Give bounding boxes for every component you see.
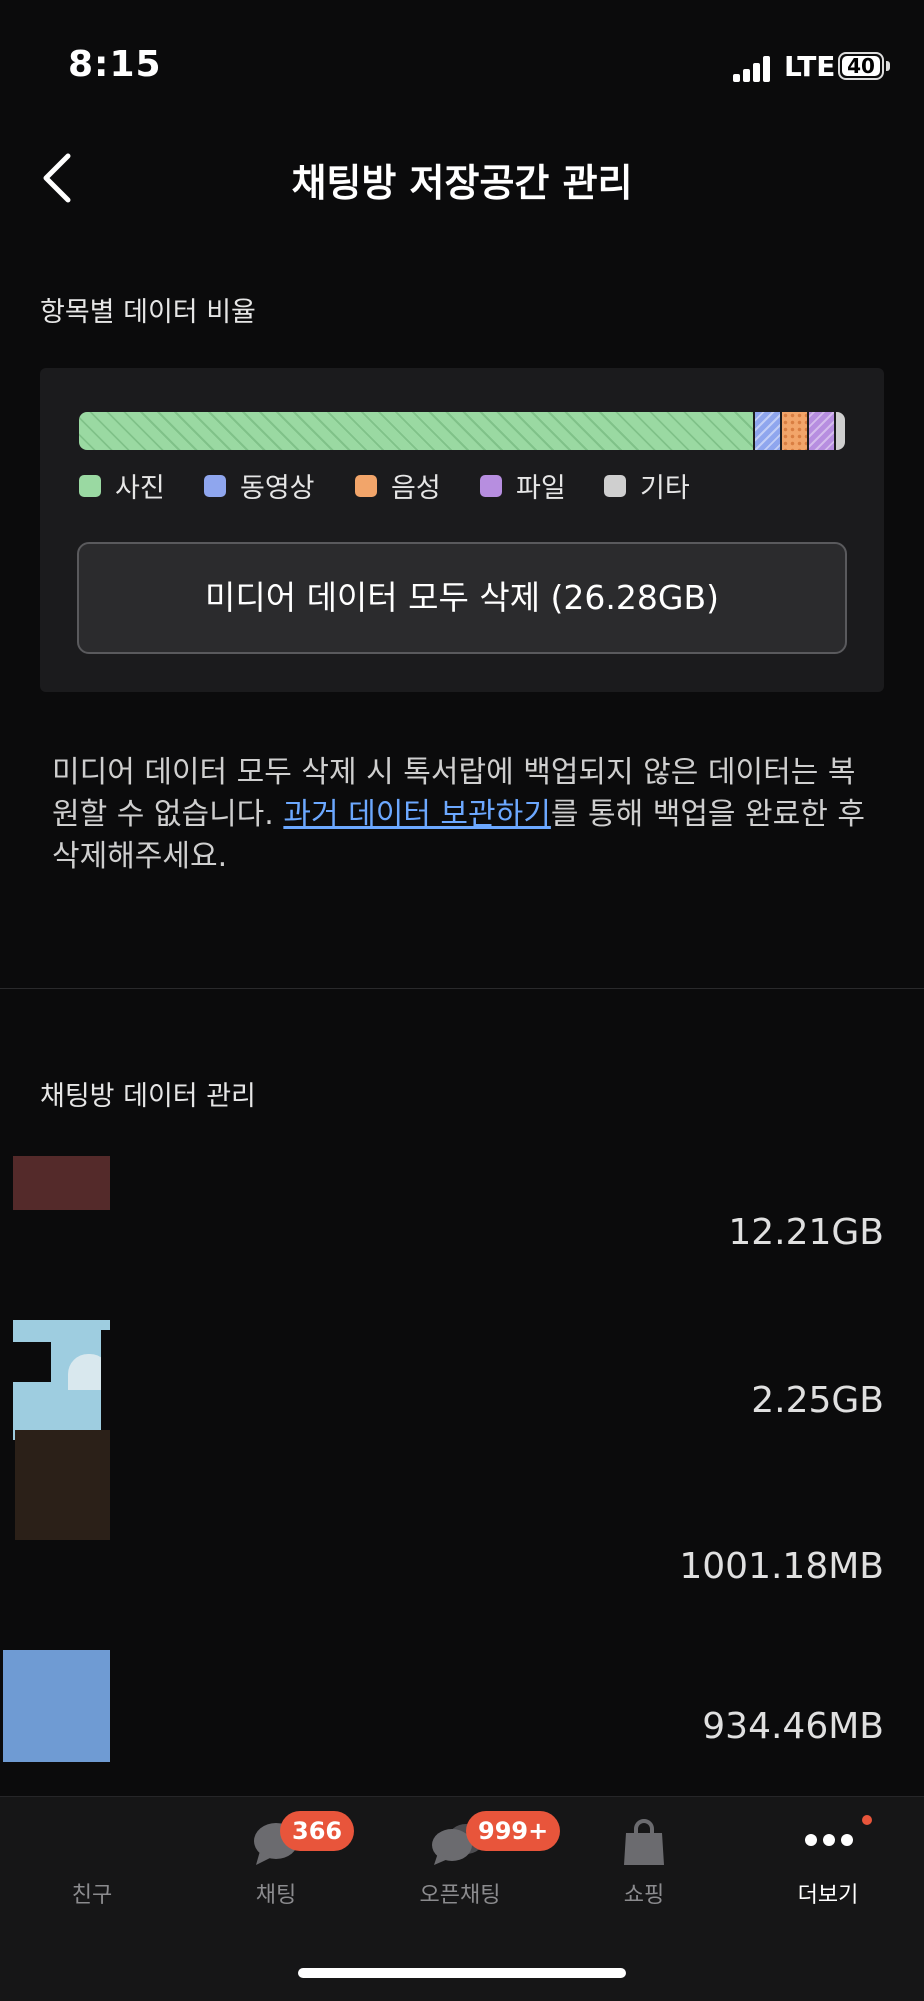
etc-swatch [604,474,626,497]
legend-label: 파일 [516,473,566,504]
status-time: 8:15 [68,44,162,85]
shopping-bag-icon [624,1819,664,1865]
video-segment [753,412,780,450]
delete-notice: 미디어 데이터 모두 삭제 시 톡서랍에 백업되지 않은 데이터는 복원할 수 … [52,752,872,878]
chatroom-thumbnail [3,1650,110,1762]
more-dots-icon [805,1834,853,1846]
tab-label: 오픈채팅 [419,1883,501,1908]
page-title: 채팅방 저장공간 관리 [291,161,633,205]
file-segment [807,412,834,450]
audio-swatch [355,474,377,497]
chatroom-thumbnail [13,1156,110,1210]
delete-all-media-button[interactable]: 미디어 데이터 모두 삭제 (26.28GB) [77,542,847,654]
chatroom-section-label: 채팅방 데이터 관리 [40,1081,256,1112]
network-type: LTE [784,50,836,83]
chatroom-size: 1001.18MB [679,1546,884,1587]
storage-ratio-bar [79,412,845,450]
ratio-section-label: 항목별 데이터 비율 [40,297,256,328]
tab-open-chat[interactable]: 999+ 오픈채팅 [368,1797,561,1917]
open-chat-badge: 999+ [466,1811,561,1851]
tab-shopping[interactable]: 쇼핑 [552,1797,736,1917]
tab-label: 친구 [71,1883,113,1908]
tab-friends[interactable]: 친구 [0,1797,184,1917]
legend-item-video: 동영상 [204,466,315,505]
chatroom-thumbnail [13,1320,110,1440]
chatroom-row[interactable]: 1001.18MB [0,1430,924,1590]
audio-segment [780,412,807,450]
chatroom-thumbnail [15,1430,110,1540]
tab-more[interactable]: 더보기 [736,1797,920,1917]
tab-chats[interactable]: 366 채팅 [184,1797,368,1917]
legend-item-photo: 사진 [79,466,165,505]
tab-label: 채팅 [255,1883,297,1908]
battery-icon: 40 [838,52,890,80]
tab-label: 쇼핑 [623,1883,665,1908]
legend-label: 음성 [391,473,441,504]
home-indicator[interactable] [298,1968,626,1978]
legend-label: 사진 [115,473,165,504]
etc-segment [834,412,845,450]
legend-item-file: 파일 [480,466,566,505]
battery-level: 40 [842,56,880,76]
video-swatch [204,474,226,497]
legend-item-audio: 음성 [355,466,441,505]
chatroom-row[interactable]: 12.21GB [0,1140,924,1300]
chatroom-size: 934.46MB [702,1706,884,1747]
section-divider [0,988,924,989]
photo-segment [79,412,753,450]
legend-item-etc: 기타 [604,466,690,505]
archive-data-link[interactable]: 과거 데이터 보관하기 [283,797,550,832]
tab-label: 더보기 [797,1883,859,1908]
legend-label: 기타 [640,473,690,504]
new-dot-indicator [862,1815,872,1825]
photo-swatch [79,474,101,497]
legend-label: 동영상 [240,473,315,504]
chatroom-size: 12.21GB [728,1212,884,1253]
signal-icon [733,56,773,82]
file-swatch [480,474,502,497]
chat-badge: 366 [280,1811,355,1851]
chatroom-row[interactable]: 934.46MB [0,1640,924,1790]
chatroom-size: 2.25GB [751,1380,884,1421]
